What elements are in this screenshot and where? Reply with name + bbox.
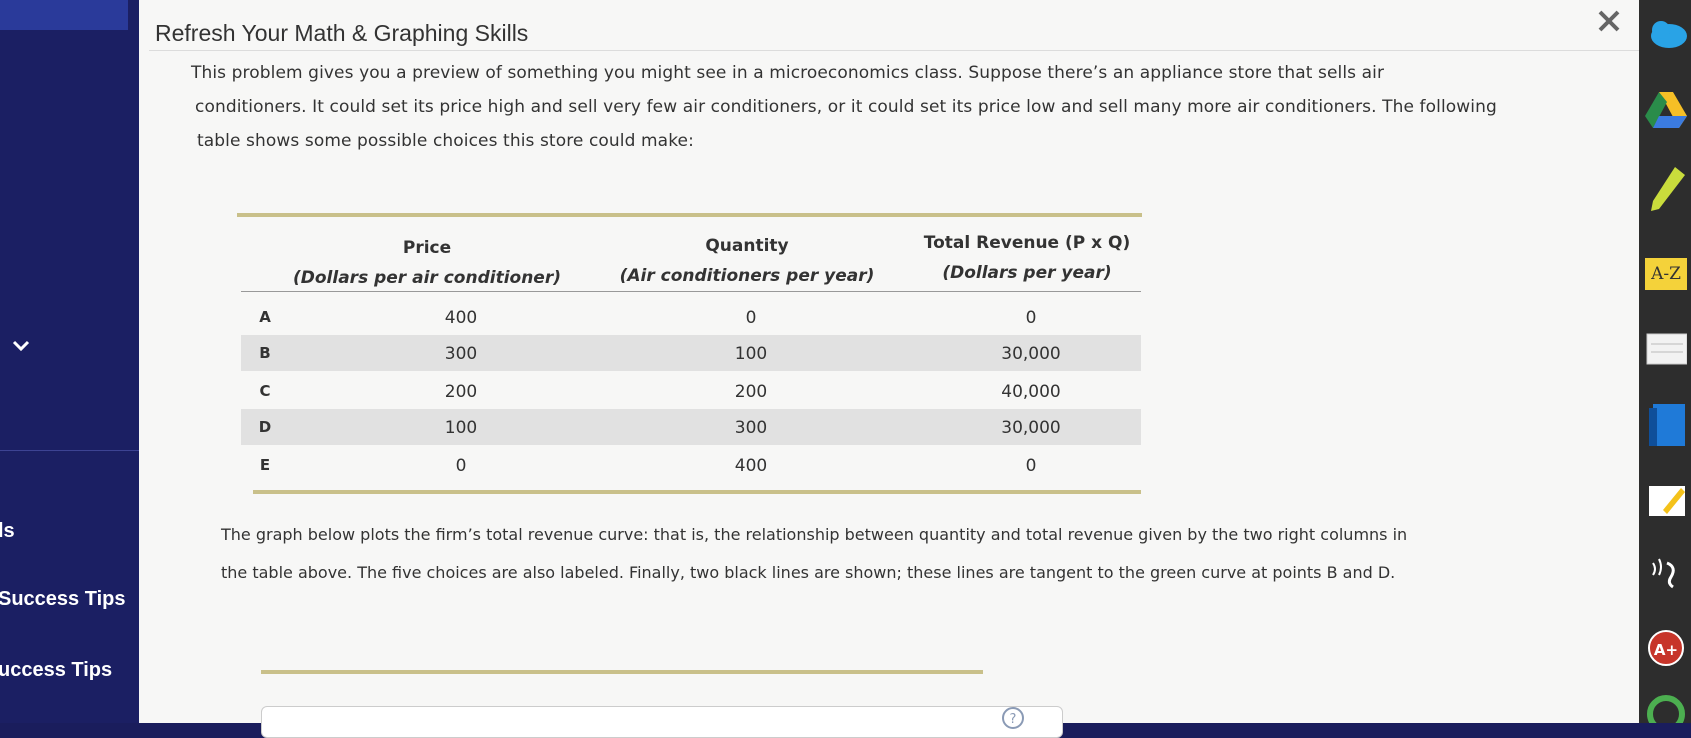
graph-line: The graph below plots the firm’s total r… xyxy=(221,525,1408,544)
title-divider xyxy=(149,50,1639,51)
row-label: D xyxy=(258,418,272,436)
right-dock: A-Z A+ xyxy=(1639,0,1691,723)
row-label: E xyxy=(259,456,271,474)
intro-line: table shows some possible choices this s… xyxy=(197,131,694,151)
revenue-cell: 30,000 xyxy=(1001,344,1061,364)
header-price: Price (Dollars per air conditioner) xyxy=(277,238,577,288)
quantity-cell: 0 xyxy=(745,308,757,328)
header-revenue: Total Revenue (P x Q) (Dollars per year) xyxy=(897,233,1157,283)
revenue-cell: 30,000 xyxy=(1001,418,1061,438)
dictionary-button[interactable]: A-Z xyxy=(1645,258,1687,290)
quantity-cell: 100 xyxy=(734,344,768,364)
table-header-rule xyxy=(241,291,1141,292)
header-quantity-sub: (Air conditioners per year) xyxy=(619,266,875,286)
table-row: A 400 0 0 xyxy=(241,299,1141,335)
chevron-down-icon[interactable] xyxy=(10,335,32,357)
header-price-title: Price xyxy=(402,238,452,258)
table-row: C 200 200 40,000 xyxy=(241,373,1141,409)
quantity-cell: 400 xyxy=(734,456,768,476)
green-circle-icon[interactable] xyxy=(1645,690,1687,723)
sidebar-item-success-tips-2[interactable]: uccess Tips xyxy=(0,659,112,682)
table-row: E 0 400 0 xyxy=(241,447,1141,483)
quantity-cell: 200 xyxy=(734,382,768,402)
close-icon[interactable] xyxy=(1594,6,1624,36)
intro-paragraph: This problem gives you a preview of some… xyxy=(191,56,1571,158)
header-revenue-sub: (Dollars per year) xyxy=(942,263,1112,283)
graph-top-rule xyxy=(261,670,983,674)
table-row: D 100 300 30,000 xyxy=(241,409,1141,445)
revenue-cell: 40,000 xyxy=(1001,382,1061,402)
price-cell: 400 xyxy=(444,308,478,328)
problem-panel: Refresh Your Math & Graphing Skills This… xyxy=(139,0,1639,738)
sidebar-item-success-tips[interactable]: Success Tips xyxy=(0,588,125,611)
price-cell: 300 xyxy=(444,344,478,364)
book-icon[interactable] xyxy=(1645,402,1687,448)
grade-booster-button[interactable]: A+ xyxy=(1648,630,1684,666)
help-icon[interactable]: ? xyxy=(1001,706,1025,730)
sticky-note-icon[interactable] xyxy=(1645,480,1687,520)
header-price-sub: (Dollars per air conditioner) xyxy=(293,268,561,288)
price-cell: 100 xyxy=(444,418,478,438)
panel-title: Refresh Your Math & Graphing Skills xyxy=(155,20,529,46)
header-quantity-title: Quantity xyxy=(705,236,789,256)
intro-line: conditioners. It could set its price hig… xyxy=(195,97,1497,117)
quantity-cell: 300 xyxy=(734,418,768,438)
header-revenue-title: Total Revenue (P x Q) xyxy=(923,233,1131,253)
intro-line: This problem gives you a preview of some… xyxy=(191,63,1385,83)
notes-icon[interactable] xyxy=(1645,330,1687,366)
graph-description: The graph below plots the firm’s total r… xyxy=(221,516,1481,592)
sidebar-top-tab[interactable] xyxy=(0,0,128,30)
sidebar-item-tools[interactable]: ls xyxy=(0,520,15,543)
table-bottom-rule xyxy=(253,490,1141,494)
table-row: B 300 100 30,000 xyxy=(241,335,1141,371)
svg-text:?: ? xyxy=(1010,712,1017,727)
graph-container[interactable] xyxy=(261,706,1063,738)
highlighter-icon[interactable] xyxy=(1645,165,1687,213)
header-quantity: Quantity (Air conditioners per year) xyxy=(597,236,897,286)
graph-line: the table above. The five choices are al… xyxy=(221,563,1396,582)
revenue-cell: 0 xyxy=(1025,456,1037,476)
price-cell: 200 xyxy=(444,382,478,402)
revenue-cell: 0 xyxy=(1025,308,1037,328)
row-label: A xyxy=(259,308,271,326)
table-top-rule xyxy=(237,213,1142,217)
price-cell: 0 xyxy=(455,456,467,476)
row-label: B xyxy=(259,344,271,362)
read-aloud-icon[interactable] xyxy=(1645,555,1687,595)
cloud-icon[interactable] xyxy=(1645,16,1687,50)
drive-icon[interactable] xyxy=(1645,90,1687,130)
row-label: C xyxy=(259,382,271,400)
